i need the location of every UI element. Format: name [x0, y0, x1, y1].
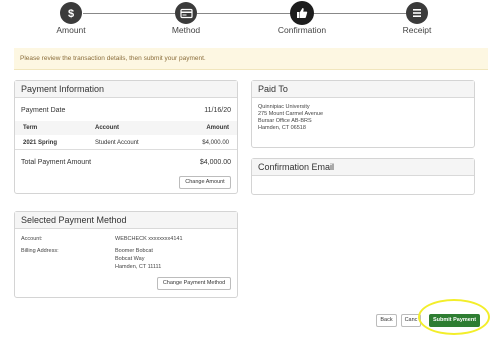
billing-line: Bobcat Way	[115, 256, 145, 262]
payment-date-value: 11/16/20	[204, 107, 231, 114]
highlight-circle	[418, 299, 490, 335]
column-header-account: Account	[95, 125, 119, 131]
account-value: WEBCHECK xxxxxxxx4141	[115, 236, 183, 242]
back-button[interactable]: Back	[376, 314, 397, 327]
account-label: Account:	[21, 236, 43, 242]
total-value: $4,000.00	[199, 159, 231, 166]
address-line: Hamden, CT 06518	[258, 125, 306, 131]
billing-line: Hamden, CT 11111	[115, 264, 162, 270]
card-icon	[175, 2, 197, 24]
step-confirmation: Confirmation	[262, 2, 342, 35]
confirmation-email-panel: Confirmation Email	[251, 158, 475, 195]
row-account: Student Account	[95, 140, 139, 146]
address-line: Quinnipiac University	[258, 104, 310, 110]
billing-address-label: Billing Address:	[21, 248, 59, 254]
step-label: Receipt	[402, 25, 432, 35]
address-line: 275 Mount Carmel Avenue	[258, 111, 324, 117]
panel-title: Payment Information	[15, 81, 237, 98]
panel-title: Selected Payment Method	[15, 212, 237, 229]
payment-information-panel: Payment Information Payment Date 11/16/2…	[14, 80, 238, 194]
svg-text:$: $	[68, 8, 74, 19]
column-header-term: Term	[23, 125, 38, 131]
total-label: Total Payment Amount	[21, 159, 92, 166]
info-banner: Please review the transaction details, t…	[14, 48, 488, 70]
thumbs-up-icon	[291, 2, 313, 24]
panel-title: Paid To	[252, 81, 474, 98]
step-method[interactable]: Method	[146, 2, 226, 35]
step-receipt: Receipt	[377, 2, 457, 35]
row-term: 2021 Spring	[23, 140, 58, 146]
row-amount: $4,000.00	[202, 140, 229, 146]
billing-line: Boomer Bobcat	[115, 248, 153, 254]
step-label: Method	[171, 25, 201, 35]
change-amount-button[interactable]: Change Amount	[179, 176, 231, 189]
step-amount[interactable]: $ Amount	[31, 2, 111, 35]
column-header-amount: Amount	[206, 125, 229, 131]
table-row: 2021 Spring Student Account $4,000.00	[15, 136, 237, 150]
paid-to-panel: Paid To Quinnipiac University 275 Mount …	[251, 80, 475, 148]
address-line: Bursar Office AB-BRS	[258, 118, 312, 124]
panel-title: Confirmation Email	[252, 159, 474, 176]
payment-date-label: Payment Date	[21, 107, 66, 114]
list-icon	[406, 2, 428, 24]
progress-stepper: $ Amount Method Confirmation Receipt	[0, 0, 500, 40]
step-label: Confirmation	[277, 25, 327, 35]
billing-address: Boomer Bobcat Bobcat Way Hamden, CT 1111…	[115, 247, 161, 271]
dollar-icon: $	[60, 2, 82, 24]
step-label: Amount	[56, 25, 86, 35]
change-payment-method-button[interactable]: Change Payment Method	[157, 277, 231, 290]
table-header: Term Account Amount	[15, 121, 237, 135]
payment-method-panel: Selected Payment Method Account: WEBCHEC…	[14, 211, 238, 298]
payee-address: Quinnipiac University 275 Mount Carmel A…	[258, 104, 323, 132]
